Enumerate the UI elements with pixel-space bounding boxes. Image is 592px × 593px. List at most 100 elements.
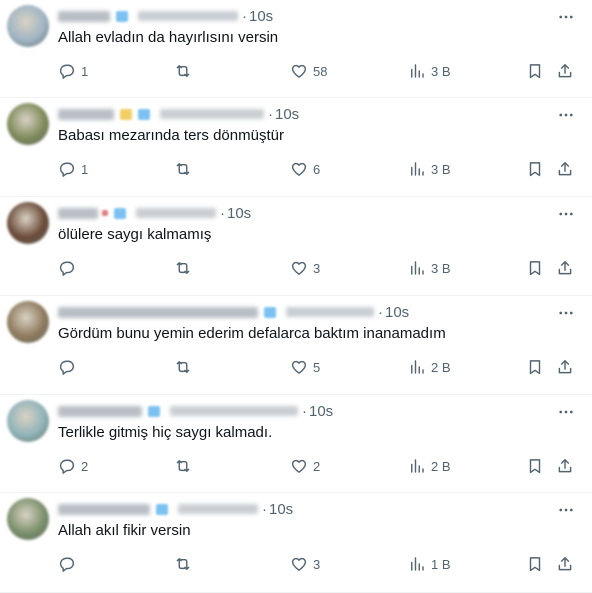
user-handle[interactable] xyxy=(138,11,238,21)
share-icon xyxy=(558,261,572,275)
share-button[interactable] xyxy=(556,553,574,575)
timestamp[interactable]: 10s xyxy=(385,304,409,321)
reply-text: Babası mezarında ters dönmüştür xyxy=(58,127,284,144)
avatar[interactable] xyxy=(7,498,49,540)
bookmark-icon xyxy=(529,64,541,79)
display-name[interactable] xyxy=(58,405,142,417)
views-button[interactable]: 2 B xyxy=(408,356,451,378)
avatar[interactable] xyxy=(7,5,49,47)
verified-badge-icon xyxy=(120,108,132,120)
bookmark-button[interactable] xyxy=(526,356,544,378)
retweet-icon xyxy=(176,262,190,274)
reply-button[interactable] xyxy=(58,356,81,378)
reply-item[interactable]: · 10s Allah evladın da hayırlısını versi… xyxy=(0,0,592,98)
retweet-button[interactable] xyxy=(174,158,197,180)
share-icon xyxy=(558,162,572,176)
share-button[interactable] xyxy=(556,158,574,180)
display-name[interactable] xyxy=(58,207,98,219)
share-icon xyxy=(558,557,572,571)
like-button[interactable]: 3 xyxy=(290,553,320,575)
views-count: 2 B xyxy=(431,359,451,375)
bookmark-button[interactable] xyxy=(526,60,544,82)
display-name[interactable] xyxy=(58,306,258,318)
reply-button[interactable] xyxy=(58,553,81,575)
separator-dot: · xyxy=(302,402,307,420)
reply-item[interactable]: · 10s Allah akıl fikir versin 3 1 B xyxy=(0,493,592,593)
separator-dot: · xyxy=(378,303,383,321)
bookmark-button[interactable] xyxy=(526,158,544,180)
reply-header: · 10s xyxy=(58,6,273,26)
user-handle[interactable] xyxy=(178,504,258,514)
reply-icon xyxy=(59,557,75,572)
views-button[interactable]: 3 B xyxy=(408,60,451,82)
more-dots-icon[interactable] xyxy=(556,105,576,125)
like-button[interactable]: 6 xyxy=(290,158,320,180)
action-bar: 1 58 3 B xyxy=(58,60,580,82)
reply-button[interactable]: 2 xyxy=(58,455,88,477)
reply-button[interactable] xyxy=(58,257,81,279)
reply-header: · 10s xyxy=(58,499,293,519)
action-bar: 1 6 3 B xyxy=(58,158,580,180)
views-button[interactable]: 3 B xyxy=(408,158,451,180)
reply-item[interactable]: · 10s ölülere saygı kalmamış 3 3 B xyxy=(0,197,592,296)
action-bar: 2 2 2 B xyxy=(58,455,580,477)
like-button[interactable]: 58 xyxy=(290,60,327,82)
reply-header: · 10s xyxy=(58,104,299,124)
avatar[interactable] xyxy=(7,400,49,442)
like-button[interactable]: 3 xyxy=(290,257,320,279)
views-chart-icon xyxy=(411,360,424,374)
timestamp[interactable]: 10s xyxy=(275,106,299,123)
reply-button[interactable]: 1 xyxy=(58,158,88,180)
share-button[interactable] xyxy=(556,455,574,477)
timestamp[interactable]: 10s xyxy=(249,8,273,25)
reply-item[interactable]: · 10s Terlikle gitmiş hiç saygı kalmadı.… xyxy=(0,395,592,493)
share-button[interactable] xyxy=(556,257,574,279)
retweet-button[interactable] xyxy=(174,553,197,575)
reply-count: 2 xyxy=(81,458,89,474)
timestamp[interactable]: 10s xyxy=(227,205,251,222)
views-button[interactable]: 2 B xyxy=(408,455,451,477)
display-name[interactable] xyxy=(58,108,114,120)
heart-icon xyxy=(291,360,307,374)
like-button[interactable]: 2 xyxy=(290,455,320,477)
more-dots-icon[interactable] xyxy=(556,7,576,27)
heart-icon xyxy=(291,64,307,78)
bookmark-button[interactable] xyxy=(526,257,544,279)
more-dots-icon[interactable] xyxy=(556,402,576,422)
reply-item[interactable]: · 10s Babası mezarında ters dönmüştür 1 … xyxy=(0,98,592,197)
retweet-button[interactable] xyxy=(174,60,197,82)
more-dots-icon[interactable] xyxy=(556,303,576,323)
avatar[interactable] xyxy=(7,301,49,343)
more-dots-icon[interactable] xyxy=(556,500,576,520)
bookmark-icon xyxy=(529,162,541,177)
views-button[interactable]: 3 B xyxy=(408,257,451,279)
share-icon xyxy=(558,64,572,78)
share-button[interactable] xyxy=(556,60,574,82)
bookmark-icon xyxy=(529,459,541,474)
bookmark-icon xyxy=(529,557,541,572)
bookmark-icon xyxy=(529,261,541,276)
reply-item[interactable]: · 10s Gördüm bunu yemin ederim defalarca… xyxy=(0,296,592,395)
retweet-button[interactable] xyxy=(174,356,197,378)
user-handle[interactable] xyxy=(160,109,264,119)
retweet-button[interactable] xyxy=(174,455,197,477)
views-button[interactable]: 1 B xyxy=(408,553,451,575)
timestamp[interactable]: 10s xyxy=(309,403,333,420)
avatar[interactable] xyxy=(7,202,49,244)
more-dots-icon[interactable] xyxy=(556,204,576,224)
bookmark-button[interactable] xyxy=(526,455,544,477)
reply-button[interactable]: 1 xyxy=(58,60,88,82)
display-name[interactable] xyxy=(58,10,110,22)
display-name[interactable] xyxy=(58,503,150,515)
views-count: 1 B xyxy=(431,556,451,572)
share-button[interactable] xyxy=(556,356,574,378)
timestamp[interactable]: 10s xyxy=(269,501,293,518)
user-handle[interactable] xyxy=(136,208,216,218)
bookmark-button[interactable] xyxy=(526,553,544,575)
avatar[interactable] xyxy=(7,103,49,145)
heart-icon xyxy=(291,162,307,176)
user-handle[interactable] xyxy=(286,307,374,317)
user-handle[interactable] xyxy=(170,406,298,416)
like-button[interactable]: 5 xyxy=(290,356,320,378)
retweet-button[interactable] xyxy=(174,257,197,279)
